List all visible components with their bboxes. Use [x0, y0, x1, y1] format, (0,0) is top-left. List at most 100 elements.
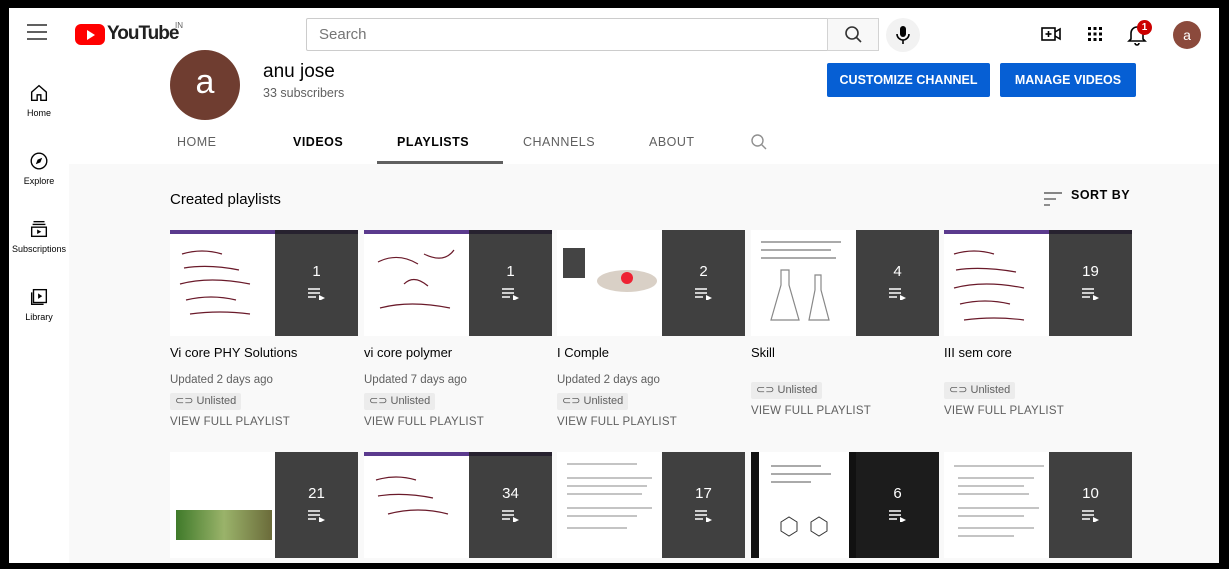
playlist-thumbnail[interactable]: 6 — [751, 452, 939, 558]
create-video-icon[interactable] — [1039, 22, 1063, 46]
video-count: 19 — [1082, 263, 1099, 280]
playlist-thumbnail[interactable]: 21 — [170, 452, 358, 558]
youtube-window: YouTube IN 1 a Home Explore S — [9, 8, 1219, 563]
channel-header: a anu jose 33 subscribers CUSTOMIZE CHAN… — [69, 50, 1219, 164]
sidebar-item-explore[interactable]: Explore — [9, 150, 69, 186]
link-icon: ⊂⊃ — [562, 395, 584, 407]
video-count: 4 — [893, 263, 902, 280]
sidebar-item-label: Explore — [23, 176, 55, 186]
link-icon: ⊂⊃ — [175, 395, 197, 407]
view-full-playlist-link[interactable]: VIEW FULL PLAYLIST — [944, 405, 1064, 417]
playlist-icon — [307, 510, 325, 522]
notification-count-badge: 1 — [1137, 20, 1152, 35]
view-full-playlist-link[interactable]: VIEW FULL PLAYLIST — [751, 405, 871, 417]
gold-foil-image — [621, 272, 633, 284]
sidebar-item-label: Home — [26, 108, 51, 118]
playlist-title[interactable]: III sem core — [944, 345, 1012, 360]
water-drops-image — [176, 510, 272, 540]
playlist-card: 6 — [751, 452, 939, 558]
unlisted-badge: ⊂⊃ Unlisted — [557, 393, 629, 410]
playlist-count-overlay: 2 — [662, 230, 745, 336]
view-full-playlist-link[interactable]: VIEW FULL PLAYLIST — [557, 416, 677, 428]
playlist-card: 19 III sem core ⊂⊃ Unlisted VIEW FULL PL… — [944, 230, 1132, 430]
playlist-count-overlay: 17 — [662, 452, 745, 558]
playlist-thumbnail[interactable]: 17 — [557, 452, 745, 558]
playlist-card: 17 — [557, 452, 745, 558]
menu-icon[interactable] — [27, 24, 47, 42]
unlisted-label: Unlisted — [970, 384, 1011, 396]
playlist-title[interactable]: Skill — [751, 345, 775, 360]
video-count: 6 — [893, 485, 902, 502]
sort-by-button[interactable]: SORT BY — [1071, 188, 1130, 202]
tab-about[interactable]: ABOUT — [649, 135, 695, 149]
channel-search-icon[interactable] — [749, 132, 769, 152]
channel-avatar: a — [170, 50, 240, 120]
portrait-image — [563, 248, 585, 278]
tab-home[interactable]: HOME — [177, 135, 217, 149]
playlist-thumbnail[interactable]: 19 — [944, 230, 1132, 336]
playlist-card: 10 — [944, 452, 1132, 558]
unlisted-badge: ⊂⊃ Unlisted — [364, 393, 436, 410]
compass-icon — [30, 152, 48, 170]
logo-region: IN — [175, 21, 183, 30]
channel-name: anu jose — [263, 61, 335, 82]
link-icon: ⊂⊃ — [949, 384, 971, 396]
view-full-playlist-link[interactable]: VIEW FULL PLAYLIST — [364, 416, 484, 428]
video-count: 1 — [506, 263, 515, 280]
playlist-thumbnail[interactable]: 1 — [170, 230, 358, 336]
playlist-title[interactable]: I Comple — [557, 345, 609, 360]
tab-videos[interactable]: VIDEOS — [293, 135, 343, 149]
apps-grid-icon[interactable] — [1083, 22, 1107, 46]
playlist-thumbnail[interactable]: 34 — [364, 452, 552, 558]
playlist-updated: Updated 2 days ago — [170, 374, 273, 386]
sidebar-item-label: Subscriptions — [11, 244, 67, 254]
search-box — [306, 18, 879, 51]
playlist-icon — [307, 288, 325, 300]
playlist-card: 1 vi core polymer Updated 7 days ago ⊂⊃ … — [364, 230, 552, 430]
playlist-thumbnail[interactable]: 10 — [944, 452, 1132, 558]
handwritten-notes-image — [377, 249, 455, 309]
sort-icon[interactable] — [1044, 192, 1062, 206]
tab-channels[interactable]: CHANNELS — [523, 135, 595, 149]
video-count: 17 — [695, 485, 712, 502]
sidebar: Home Explore Subscriptions Library — [9, 60, 69, 563]
playlist-icon — [694, 288, 712, 300]
sidebar-item-label: Library — [25, 312, 53, 322]
playlist-title[interactable]: Vi core PHY Solutions — [170, 345, 297, 360]
playlist-count-overlay: 4 — [856, 230, 939, 336]
playlist-thumbnail[interactable]: 4 — [751, 230, 939, 336]
playlist-count-overlay: 19 — [1049, 230, 1132, 336]
video-count: 2 — [699, 263, 708, 280]
handwritten-notes-image — [953, 250, 1025, 321]
microphone-icon — [896, 26, 910, 44]
playlist-icon — [501, 510, 519, 522]
unlisted-label: Unlisted — [777, 384, 818, 396]
playlist-card: 2 I Comple Updated 2 days ago ⊂⊃ Unliste… — [557, 230, 745, 430]
library-icon — [30, 288, 48, 306]
playlist-title[interactable]: vi core polymer — [364, 345, 452, 360]
subscriptions-icon — [30, 220, 48, 238]
lab-glassware-image — [761, 241, 841, 321]
search-input[interactable] — [307, 19, 878, 50]
video-count: 21 — [308, 485, 325, 502]
structure-diagram-image — [771, 465, 831, 537]
search-button[interactable] — [827, 18, 879, 51]
youtube-logo[interactable]: YouTube IN — [75, 21, 183, 45]
playlist-icon — [888, 510, 906, 522]
playlist-thumbnail[interactable]: 1 — [364, 230, 552, 336]
manage-videos-button[interactable]: MANAGE VIDEOS — [1000, 63, 1136, 97]
playlist-card: 4 Skill ⊂⊃ Unlisted VIEW FULL PLAYLIST — [751, 230, 939, 430]
channel-tabs: HOME VIDEOS PLAYLISTS CHANNELS ABOUT — [69, 127, 1219, 164]
view-full-playlist-link[interactable]: VIEW FULL PLAYLIST — [170, 416, 290, 428]
sidebar-item-subscriptions[interactable]: Subscriptions — [9, 218, 69, 254]
sidebar-item-library[interactable]: Library — [9, 286, 69, 322]
sidebar-item-home[interactable]: Home — [9, 82, 69, 118]
playlist-thumbnail[interactable]: 2 — [557, 230, 745, 336]
customize-channel-button[interactable]: CUSTOMIZE CHANNEL — [827, 63, 990, 97]
playlists-section: Created playlists SORT BY 1 Vi core PHY … — [69, 164, 1219, 563]
voice-search-button[interactable] — [886, 18, 920, 52]
section-title: Created playlists — [170, 191, 281, 208]
tab-playlists[interactable]: PLAYLISTS — [397, 135, 469, 149]
playlist-count-overlay: 6 — [856, 452, 939, 558]
account-avatar[interactable]: a — [1173, 21, 1201, 49]
